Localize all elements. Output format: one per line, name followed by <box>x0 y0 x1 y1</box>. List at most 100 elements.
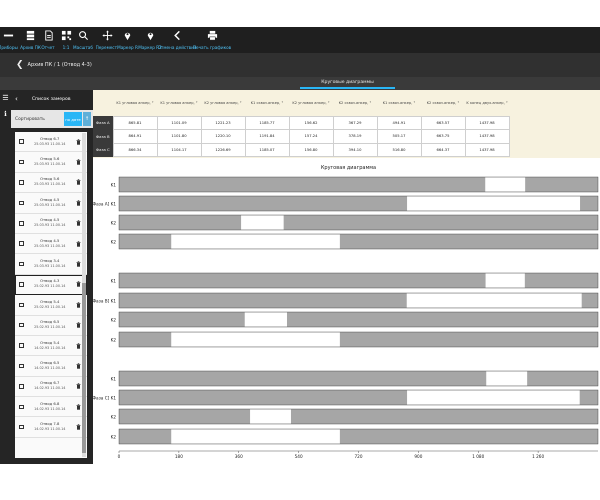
trash-icon[interactable] <box>76 342 81 349</box>
item-date: 14.02.93 11.00.14 <box>34 427 66 432</box>
trash-icon[interactable] <box>76 322 81 328</box>
list-item[interactable]: Отвод 6-5 25.02.93 11.00.14 <box>15 316 87 336</box>
list-item[interactable]: Отвод 4-3 25.02.93 11.00.14 <box>15 274 87 296</box>
toolbar-button-2[interactable]: Отчет <box>41 27 55 50</box>
scrollbar-thumb[interactable] <box>82 283 86 453</box>
list-item[interactable]: Отвод 4-5 25.03.93 11.00.14 <box>15 214 87 234</box>
table-cell: 156.80 <box>288 142 334 158</box>
chart-gap <box>250 409 291 424</box>
column-header[interactable]: K1 сквоз.анкер, ° <box>245 90 289 116</box>
sidebar-rail: ☰ ℹ <box>0 90 11 464</box>
trash-icon[interactable] <box>76 302 81 308</box>
column-header[interactable]: K1 угловая анкер, ° <box>157 90 201 116</box>
item-date: 25.03.93 11.00.14 <box>34 202 66 207</box>
item-text: Отвод 4-3 25.02.93 11.00.14 <box>24 279 77 289</box>
trash-icon[interactable] <box>76 261 81 267</box>
trash-icon[interactable] <box>76 383 81 390</box>
list-item[interactable]: Отвод 5-6 25.03.93 11.00.14 <box>15 152 87 173</box>
chart-gap <box>171 429 340 444</box>
list-item[interactable]: Отвод 4-5 25.03.93 11.00.14 <box>15 193 87 214</box>
x-tick-label: 540 <box>295 454 303 459</box>
trash-icon[interactable] <box>76 424 81 430</box>
minus-icon <box>3 30 14 43</box>
trash-icon[interactable] <box>76 200 81 206</box>
toolbar-button-8[interactable]: Отмена действия <box>158 27 196 50</box>
list-icon[interactable]: ☰ <box>0 94 11 102</box>
column-header[interactable]: K2 сквоз.анкер, ° <box>333 90 377 116</box>
table-cell: 156.62 <box>288 115 334 131</box>
column-header[interactable]: K2 угловая анкер, ° <box>201 90 245 116</box>
table-cell: 1185.07 <box>244 142 290 158</box>
item-text: Отвод 6-5 14.02.93 11.00.14 <box>24 361 77 371</box>
toolbar-button-7[interactable]: Маркер R2 <box>138 27 162 50</box>
measurement-list-scrollbar[interactable] <box>82 133 86 457</box>
row-label: [Фаза А] K1 <box>93 202 116 207</box>
list-item[interactable]: Отвод 5-6 25.03.93 11.00.14 <box>15 173 87 194</box>
table-row: Фаза В 864.91 1101.80 1220.10 1191.84 157.24 3… <box>93 129 510 144</box>
toolbar-button-4[interactable]: Масштаб <box>73 27 93 50</box>
column-header[interactable]: K1 сквоз.анкер, ° <box>377 90 421 116</box>
breadcrumb: ❮ Архив ПК / 1 (Отвод 4-3) <box>0 53 600 77</box>
item-date: 25.03.93 11.00.14 <box>34 264 66 269</box>
list-item[interactable]: Отвод 5-4 25.02.93 11.00.14 <box>15 295 87 316</box>
trash-icon[interactable] <box>76 240 81 247</box>
breadcrumb-text: Архив ПК / 1 (Отвод 4-3) <box>27 62 92 68</box>
toolbar-button-3[interactable]: 1:1 <box>60 27 72 50</box>
list-item[interactable]: Отвод 6-7 25.03.93 11.00.14 <box>15 132 87 153</box>
row-label: K2 <box>111 318 117 323</box>
chart-bar <box>118 176 599 193</box>
table-cell: 1191.84 <box>244 129 290 144</box>
toolbar-button-1[interactable]: Архив ПК <box>20 27 41 50</box>
sort-direction-icon[interactable]: ↑ <box>83 112 91 126</box>
circular-chart-svg: Круговая диаграмма K1 [Фаза А] K1 K2 K2 K1 [Фа… <box>93 165 599 459</box>
collapse-chevron-icon[interactable]: ‹ <box>15 95 18 103</box>
table-cell: 1437.98 <box>464 142 510 158</box>
item-date: 14.02.93 11.00.14 <box>34 406 66 411</box>
item-text: Отвод 5-4 25.02.93 11.00.14 <box>24 300 77 310</box>
list-item[interactable]: Отвод 4-5 25.03.93 11.00.14 <box>15 234 87 255</box>
sort-by-date-button[interactable]: по дате <box>64 112 82 126</box>
item-text: Отвод 5-6 25.03.93 11.00.14 <box>24 157 77 167</box>
trash-icon[interactable] <box>76 404 81 410</box>
list-item[interactable]: Отвод 5-4 14.02.93 11.00.14 <box>15 336 87 357</box>
item-date: 14.02.93 11.00.14 <box>34 386 66 391</box>
table-cell: 505.17 <box>376 129 422 144</box>
tab-circular-charts[interactable]: Круговые диаграммы <box>300 78 395 89</box>
column-header[interactable]: K конец двух.анкер, ° <box>465 90 509 116</box>
trash-icon[interactable] <box>76 138 81 145</box>
table-row: Фаза А 865.81 1101.09 1221.23 1185.77 156.62 3… <box>93 115 510 131</box>
row-label: K2 <box>111 221 117 226</box>
column-header[interactable]: K1 угловая анкер, ° <box>113 90 157 116</box>
toolbar-button-6[interactable]: Маркер R <box>117 27 138 50</box>
table-cell: 664.37 <box>420 142 466 158</box>
list-item[interactable]: Отвод 6-5 14.02.93 11.00.14 <box>15 356 87 377</box>
item-date: 25.02.93 11.00.14 <box>34 325 66 330</box>
x-tick-label: 0 <box>118 454 121 459</box>
list-item[interactable]: Отвод 6-7 14.02.93 11.00.14 <box>15 377 87 398</box>
column-header[interactable]: K2 сквоз.анкер, ° <box>421 90 465 116</box>
results-table: K1 угловая анкер, ° K1 угловая анкер, ° K2… <box>93 90 600 158</box>
search-icon <box>78 30 89 43</box>
list-item[interactable]: Отвод 3-4 25.03.93 11.00.14 <box>15 254 87 275</box>
trash-icon[interactable] <box>76 159 81 165</box>
list-item[interactable]: Отвод 7-8 14.02.93 11.00.14 <box>15 417 87 438</box>
table-cell: 1220.10 <box>200 129 246 144</box>
column-header[interactable]: K2 угловая анкер, ° <box>289 90 333 116</box>
trash-icon[interactable] <box>76 220 81 226</box>
trash-icon[interactable] <box>76 363 81 369</box>
chart-bar <box>118 408 599 425</box>
sort-bar: Сортировать по дате ↑ <box>11 110 93 128</box>
row-header: Фаза С <box>93 143 113 157</box>
database-icon <box>25 30 36 43</box>
toolbar-button-9[interactable]: Печать графиков <box>193 27 231 50</box>
pin-icon <box>122 30 133 43</box>
toolbar-button-5[interactable]: Перемест. <box>96 27 118 50</box>
row-label: K2 <box>111 435 117 440</box>
trash-icon[interactable] <box>76 281 81 288</box>
list-item[interactable]: Отвод 6-8 14.02.93 11.00.14 <box>15 397 87 418</box>
info-icon[interactable]: ℹ <box>0 110 11 118</box>
table-cell: 367.29 <box>332 115 378 131</box>
trash-icon[interactable] <box>76 179 81 186</box>
toolbar-button-0[interactable]: Приборы <box>0 27 18 50</box>
back-chevron-icon[interactable]: ❮ <box>16 60 24 70</box>
